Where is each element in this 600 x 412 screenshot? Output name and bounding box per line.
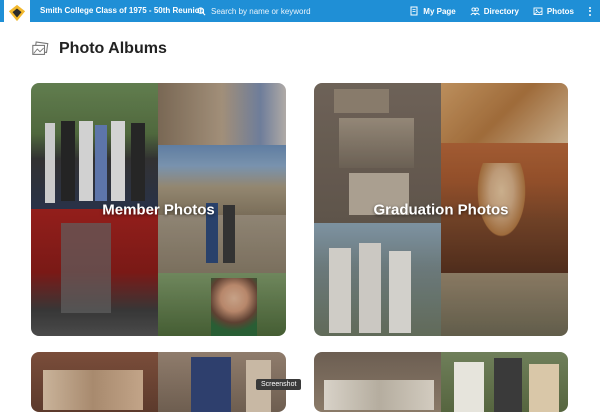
- class-logo[interactable]: [4, 0, 30, 30]
- people-icon: [470, 7, 480, 16]
- album-title: Member Photos: [102, 201, 215, 218]
- document-icon: [410, 6, 418, 16]
- nav-my-page[interactable]: My Page: [409, 6, 456, 16]
- album-card-3[interactable]: [31, 352, 286, 412]
- nav-directory[interactable]: Directory: [470, 6, 519, 16]
- album-card-member-photos[interactable]: Member Photos: [31, 83, 286, 336]
- nav-photos-label: Photos: [546, 6, 574, 16]
- main-nav: My Page Directory Photos: [409, 0, 592, 22]
- top-navigation-bar: Smith College Class of 1975 - 50th Reuni…: [0, 0, 600, 30]
- album-title: Graduation Photos: [373, 201, 509, 218]
- album-cover-mosaic: [314, 352, 568, 412]
- album-cover-mosaic: [31, 352, 286, 412]
- nav-directory-label: Directory: [483, 6, 519, 16]
- page-heading: Photo Albums: [31, 40, 167, 58]
- album-card-graduation-photos[interactable]: Graduation Photos: [314, 83, 568, 336]
- more-menu-icon[interactable]: [588, 6, 592, 16]
- photo-albums-icon: [32, 41, 49, 55]
- search-input[interactable]: Search by name or keyword: [211, 7, 311, 16]
- nav-photos[interactable]: Photos: [533, 6, 574, 16]
- photos-icon: [533, 7, 543, 15]
- screenshot-tooltip: Screenshot: [256, 379, 302, 390]
- album-card-4[interactable]: [314, 352, 568, 412]
- search-bar[interactable]: Search by name or keyword: [197, 0, 311, 22]
- site-title[interactable]: Smith College Class of 1975 - 50th Reuni…: [40, 0, 204, 22]
- nav-my-page-label: My Page: [423, 6, 456, 16]
- shield-logo-icon: [8, 4, 26, 22]
- page-title: Photo Albums: [59, 40, 167, 57]
- search-icon: [197, 6, 206, 15]
